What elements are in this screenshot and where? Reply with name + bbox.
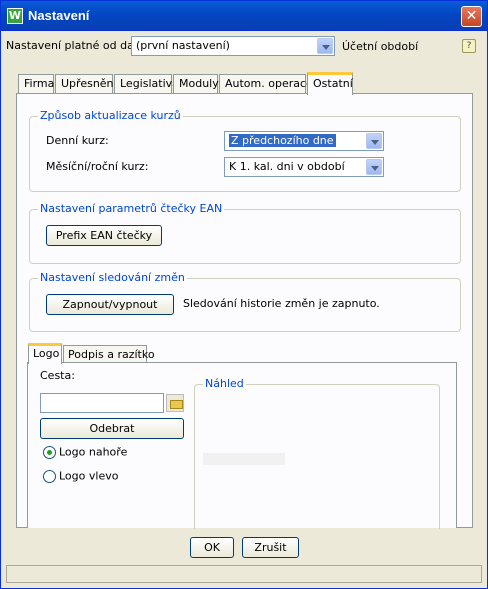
tracking-group-title: Nastavení sledování změn (38, 271, 187, 284)
title-bar[interactable]: W Nastavení ✕ (1, 1, 487, 31)
daily-rate-label: Denní kurz: (46, 134, 109, 147)
tracking-toggle-button[interactable]: Zapnout/vypnout (46, 294, 174, 315)
valid-from-label: Nastavení platné od data: (6, 39, 149, 52)
logo-subtab-panel: Cesta: Odebrat Logo nahoře Logo vlevo Ná… (27, 362, 457, 529)
tab-upresneni[interactable]: Upřesnění (55, 74, 117, 94)
path-label: Cesta: (40, 369, 75, 382)
logo-left-label: Logo vlevo (59, 469, 119, 483)
ean-group: Nastavení parametrů čtečky EAN Prefix EA… (29, 202, 461, 264)
valid-from-select-value: (první nastavení) (136, 39, 230, 52)
valid-from-select[interactable]: (první nastavení) (131, 36, 335, 56)
window-title: Nastavení (28, 8, 90, 23)
folder-open-icon[interactable] (166, 394, 184, 412)
cancel-button[interactable]: Zrušit (242, 537, 299, 558)
settings-window: W Nastavení ✕ Nastavení platné od data: … (0, 0, 488, 589)
ean-group-title: Nastavení parametrů čtečky EAN (38, 202, 225, 215)
preview-title: Náhled (203, 377, 246, 390)
ok-button[interactable]: OK (190, 537, 234, 558)
tab-legislativa[interactable]: Legislativa (114, 74, 179, 94)
rates-group-title: Způsob aktualizace kurzů (38, 109, 183, 122)
monthly-rate-select-value: K 1. kal. dni v období (229, 160, 345, 173)
accounting-period-label: Účetní období (342, 40, 419, 53)
remove-logo-button[interactable]: Odebrat (40, 418, 184, 439)
rates-group: Způsob aktualizace kurzů Denní kurz: Z p… (29, 109, 461, 192)
tracking-status: Sledování historie změn je zapnuto. (183, 297, 380, 310)
chevron-down-icon[interactable] (317, 38, 333, 54)
close-button[interactable]: ✕ (461, 6, 482, 27)
tab-panel-ostatni: Způsob aktualizace kurzů Denní kurz: Z p… (16, 93, 473, 529)
logo-left-option[interactable]: Logo vlevo (43, 469, 118, 483)
daily-rate-select-value: Z předchozího dne (229, 134, 336, 147)
monthly-rate-label: Měsíční/roční kurz: (46, 160, 149, 173)
daily-rate-select[interactable]: Z předchozího dne (224, 131, 384, 151)
subtab-logo[interactable]: Logo (28, 343, 62, 364)
tab-autom-operace[interactable]: Autom. operace (219, 74, 313, 94)
radio-checked-icon[interactable] (43, 445, 56, 459)
status-bar (6, 565, 482, 583)
ean-prefix-button[interactable]: Prefix EAN čtečky (46, 225, 162, 246)
chevron-down-icon[interactable] (366, 159, 382, 175)
preview-image-placeholder (203, 453, 285, 465)
logo-top-option[interactable]: Logo nahoře (43, 445, 127, 459)
tracking-group: Nastavení sledování změn Zapnout/vypnout… (29, 271, 461, 332)
chevron-down-icon[interactable] (366, 133, 382, 149)
logo-top-label: Logo nahoře (59, 445, 128, 459)
help-icon[interactable]: ? (462, 39, 476, 53)
radio-unchecked-icon[interactable] (43, 469, 56, 483)
preview-group: Náhled (194, 377, 440, 529)
tab-firma[interactable]: Firma (18, 74, 54, 94)
monthly-rate-select[interactable]: K 1. kal. dni v období (224, 157, 384, 177)
tab-ostatni[interactable]: Ostatní (307, 72, 353, 95)
app-icon: W (7, 8, 23, 24)
path-input[interactable] (40, 393, 164, 413)
tab-moduly[interactable]: Moduly (173, 74, 219, 94)
